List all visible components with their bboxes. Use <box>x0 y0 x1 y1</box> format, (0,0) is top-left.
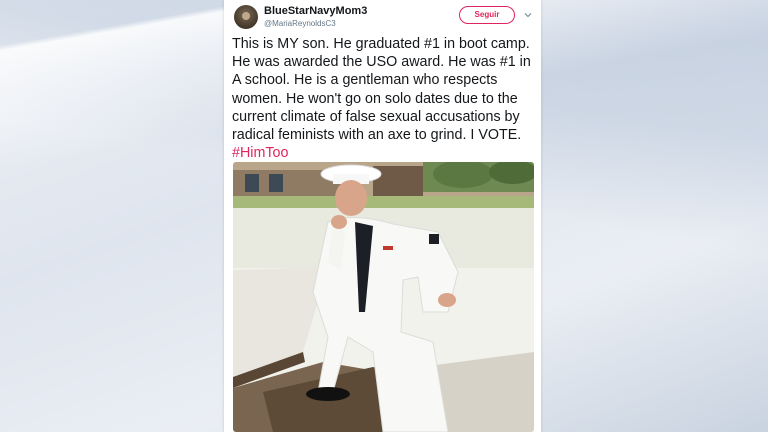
avatar-detail <box>242 12 250 20</box>
avatar[interactable] <box>234 5 258 29</box>
photo-sailor-image <box>233 162 534 432</box>
display-name[interactable]: BlueStarNavyMom3 <box>264 5 367 17</box>
tweet-photo[interactable] <box>233 162 534 432</box>
tweet-body: This is MY son. He graduated #1 in boot … <box>232 36 531 144</box>
follow-button[interactable]: Seguir <box>459 6 515 24</box>
tweet-text: This is MY son. He graduated #1 in boot … <box>232 35 535 162</box>
chevron-down-icon[interactable] <box>523 10 533 20</box>
user-handle[interactable]: @MariaReynoldsC3 <box>264 19 336 28</box>
tweet-card: BlueStarNavyMom3 @MariaReynoldsC3 Seguir… <box>224 0 541 432</box>
hashtag-link[interactable]: #HimToo <box>232 145 288 161</box>
